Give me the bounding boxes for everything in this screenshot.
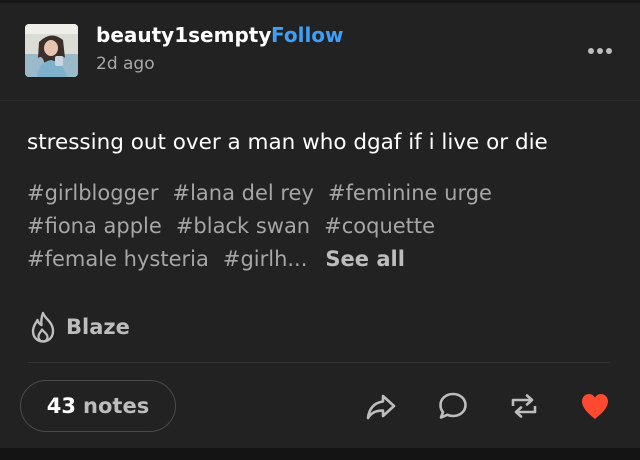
avatar-image — [25, 24, 78, 77]
blaze-label: Blaze — [66, 315, 130, 339]
tag-row: #girlblogger #lana del rey #feminine urge — [27, 178, 627, 211]
tag-row: #fiona apple #black swan #coquette — [27, 211, 627, 244]
header-divider — [0, 100, 640, 101]
tag-item[interactable]: #fiona apple — [27, 211, 162, 241]
see-all-tags-button[interactable]: See all — [325, 244, 405, 274]
tag-item[interactable]: #female hysteria — [27, 244, 209, 274]
tag-item[interactable]: #lana del rey — [172, 178, 313, 208]
tag-item[interactable]: #coquette — [324, 211, 435, 241]
flame-icon — [31, 311, 55, 343]
tag-item[interactable]: #girlh... — [223, 244, 308, 274]
avatar[interactable] — [25, 24, 78, 77]
follow-button[interactable]: Follow — [271, 23, 344, 47]
tag-row: #female hysteria #girlh... See all — [27, 244, 627, 277]
notes-count: 43 — [46, 394, 77, 418]
tag-item[interactable]: #feminine urge — [328, 178, 492, 208]
top-edge — [0, 0, 640, 3]
notes-label: notes — [83, 394, 150, 418]
like-button[interactable] — [578, 389, 612, 423]
tag-item[interactable]: #black swan — [176, 211, 310, 241]
bottom-edge — [0, 448, 640, 460]
share-button[interactable] — [364, 389, 398, 423]
share-arrow-icon — [366, 394, 396, 420]
heart-icon — [582, 394, 608, 419]
footer-divider — [28, 362, 610, 363]
more-horizontal-icon — [588, 48, 612, 54]
tag-list: #girlblogger #lana del rey #feminine urge … — [27, 178, 627, 277]
reblog-button[interactable] — [507, 389, 541, 423]
tag-item[interactable]: #girlblogger — [27, 178, 158, 208]
post-body-text: stressing out over a man who dgaf if i l… — [27, 130, 548, 155]
post-timestamp: 2d ago — [96, 54, 155, 74]
reply-bubble-icon — [439, 392, 467, 419]
blaze-button[interactable]: Blaze — [28, 308, 130, 346]
reblog-icon — [511, 394, 537, 418]
author-username[interactable]: beauty1sempty — [96, 23, 271, 47]
reply-button[interactable] — [436, 389, 470, 423]
notes-button[interactable]: 43 notes — [20, 380, 176, 432]
more-options-button[interactable] — [584, 38, 618, 64]
